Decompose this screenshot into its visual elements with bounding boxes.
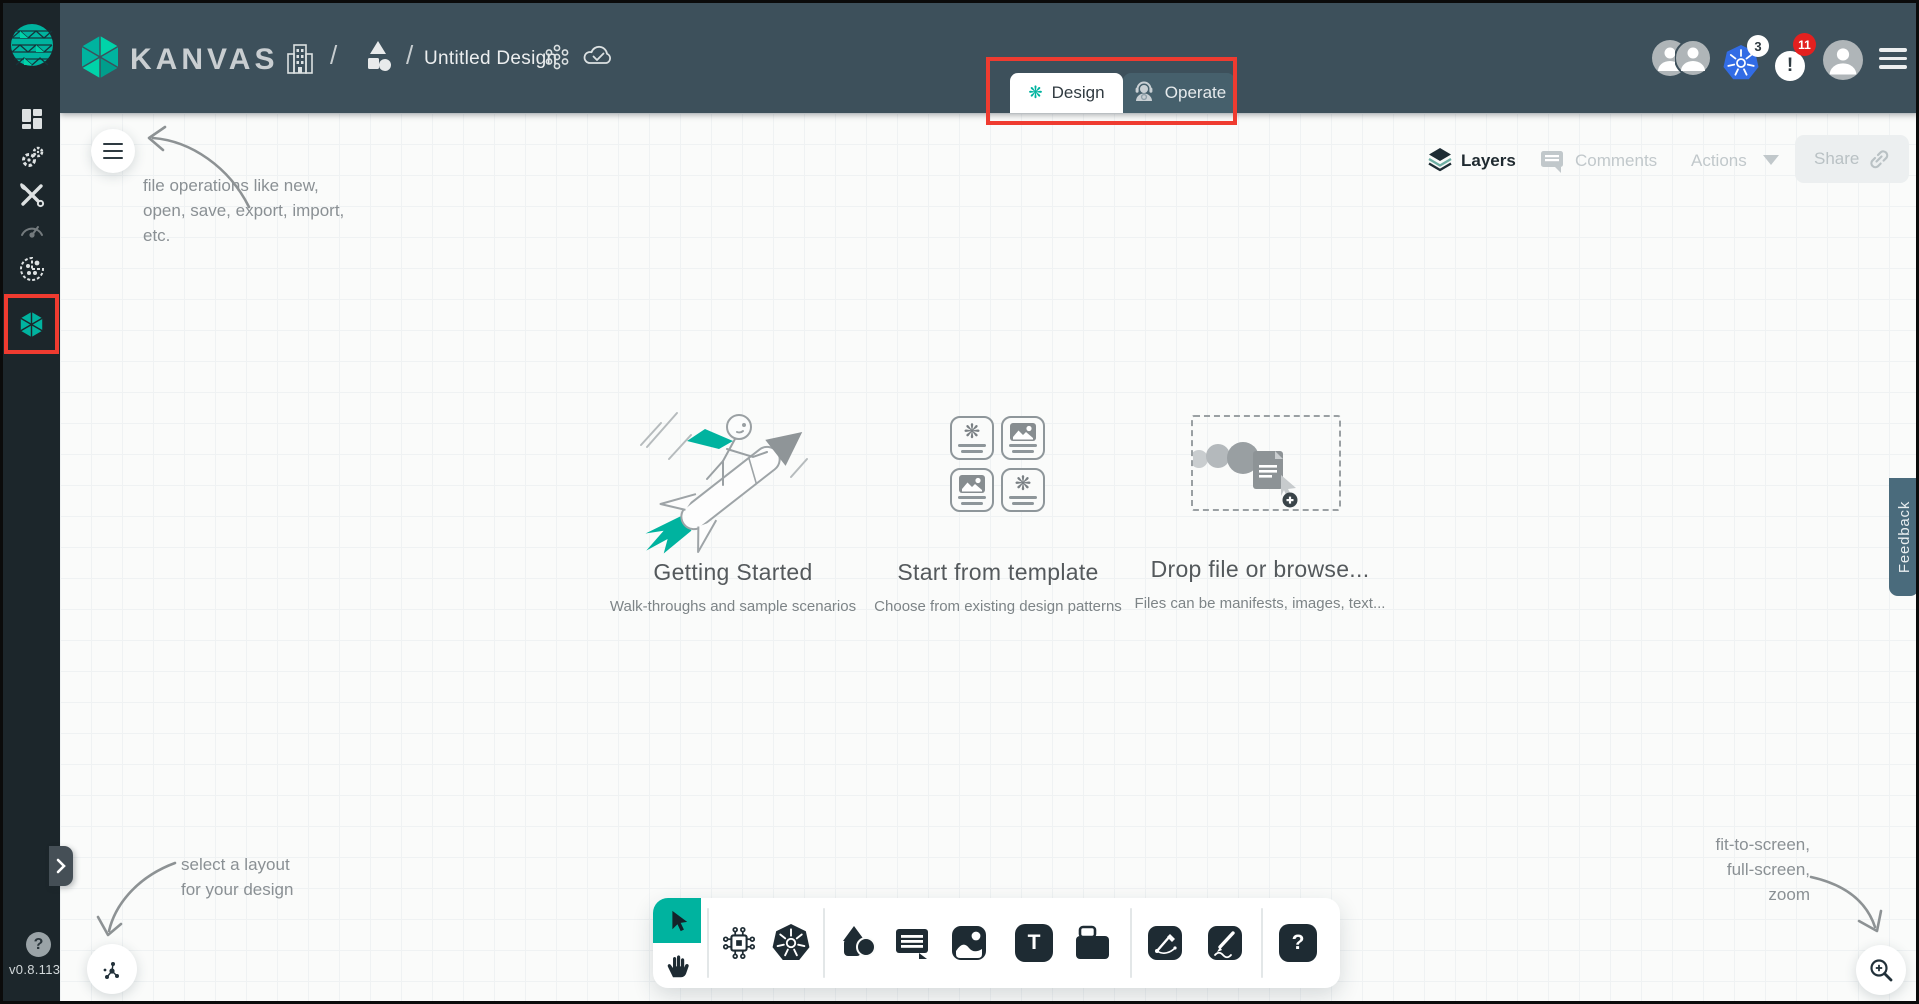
design-name[interactable]: Untitled Design [424, 48, 557, 70]
designs-icon[interactable] [363, 39, 393, 82]
text-tool-button[interactable]: T [1014, 923, 1054, 963]
kubernetes-icon [771, 923, 811, 963]
card-title-drop-file[interactable]: Drop file or browse... [1100, 556, 1420, 583]
template-thumb: ❋ [1001, 468, 1045, 512]
organization-icon[interactable] [286, 41, 314, 82]
user-avatar[interactable] [1823, 40, 1863, 85]
sidebar-expand-chevron[interactable] [49, 846, 73, 886]
version-label: v0.8.113 [9, 962, 58, 977]
comments-button[interactable]: Comments [1575, 151, 1657, 171]
template-thumb: ❋ [950, 416, 994, 460]
cloud-save-status-icon[interactable] [581, 41, 615, 74]
annotation-arrow [137, 123, 257, 218]
hand-icon [665, 953, 689, 979]
image-tool-button[interactable] [949, 923, 989, 963]
template-image-icon [959, 475, 985, 493]
annotation-arrow [1801, 861, 1896, 951]
template-thumb [1001, 416, 1045, 460]
help-tool-icon: ? [1279, 924, 1317, 962]
zoom-annotation: fit-to-screen, full-screen, zoom [1610, 832, 1810, 907]
text-tool-icon: T [1015, 924, 1053, 962]
section-tool-button[interactable] [1073, 923, 1113, 963]
template-spiral-icon: ❋ [1015, 475, 1032, 493]
comment-icon [893, 924, 931, 962]
toolbar-divider [1261, 908, 1263, 978]
drop-file-illustration [1193, 417, 1339, 509]
template-image-icon [1010, 423, 1036, 441]
notification-count-badge: 11 [1793, 33, 1816, 56]
select-tool-button[interactable] [653, 898, 701, 943]
menu-icon [103, 143, 123, 160]
feedback-label: Feedback [1896, 501, 1913, 573]
zoom-in-icon [1867, 956, 1895, 984]
cursor-icon [665, 908, 689, 934]
tab-design[interactable]: ❋ Design [1010, 73, 1123, 113]
pan-tool-button[interactable] [653, 943, 701, 988]
app-header [60, 3, 1919, 113]
kubernetes-tool-button[interactable] [771, 923, 811, 963]
brand-wordmark: KANVAS [130, 43, 278, 77]
comment-tool-button[interactable] [892, 923, 932, 963]
canvas-menu-button[interactable] [91, 129, 135, 173]
tab-shape-icon [1073, 924, 1113, 962]
drop-file-zone[interactable] [1191, 415, 1341, 511]
layers-button[interactable]: Layers [1461, 151, 1516, 171]
tab-operate[interactable]: Operate [1123, 73, 1235, 113]
tab-operate-label: Operate [1165, 83, 1226, 103]
actions-caret-icon[interactable] [1763, 155, 1779, 165]
sidebar-item-kanvas[interactable] [3, 304, 60, 344]
sidebar-item-performance[interactable] [3, 209, 60, 249]
app-menu-icon[interactable] [1879, 48, 1907, 69]
shapes-tool-button[interactable] [839, 923, 879, 963]
operator-headset-icon [1132, 79, 1156, 108]
pencil-icon [1206, 924, 1244, 962]
collaborator-avatar[interactable] [1675, 40, 1711, 81]
shapes-icon [839, 924, 879, 962]
layers-icon[interactable] [1427, 146, 1453, 177]
graph-layout-icon [99, 956, 125, 982]
feedback-tab[interactable]: Feedback [1889, 478, 1919, 596]
merge-mesh-icon[interactable] [543, 43, 571, 76]
breadcrumb-separator: / [406, 40, 413, 71]
pencil-tool-button[interactable] [1205, 923, 1245, 963]
help-tool-button[interactable]: ? [1278, 923, 1318, 963]
template-thumb [950, 468, 994, 512]
annotation-arrow [93, 851, 188, 956]
actions-button[interactable]: Actions [1691, 151, 1747, 171]
kanvas-app: KANVAS / / Untitled Design [0, 0, 1919, 1004]
toolbar-divider [823, 908, 825, 978]
toolbar-divider [1130, 908, 1132, 978]
image-icon [950, 924, 988, 962]
zoom-button[interactable] [1856, 945, 1906, 995]
pen-tool-button[interactable] [1145, 923, 1185, 963]
share-button[interactable]: Share [1795, 135, 1909, 183]
pen-icon [1146, 924, 1184, 962]
tab-design-label: Design [1052, 83, 1105, 103]
share-label: Share [1814, 149, 1859, 169]
circuit-icon [720, 924, 758, 962]
component-tool-button[interactable] [719, 923, 759, 963]
sidebar-item-lifecycle[interactable] [3, 137, 60, 177]
sidebar-item-extensions[interactable] [3, 249, 60, 289]
comments-icon [1539, 148, 1565, 179]
toolbar-divider [707, 908, 709, 978]
meshery-logo-icon[interactable] [10, 21, 54, 74]
getting-started-illustration[interactable] [621, 395, 845, 557]
template-thumbnails[interactable]: ❋ ❋ [950, 416, 1050, 516]
sidebar-item-dashboard[interactable] [3, 99, 60, 139]
layout-select-button[interactable] [87, 944, 137, 994]
kanvas-logo-icon [79, 35, 121, 84]
template-spiral-icon: ❋ [964, 423, 981, 441]
design-spiral-icon: ❋ [1028, 84, 1042, 102]
link-icon [1868, 148, 1890, 170]
card-subtitle-drop-file: Files can be manifests, images, text... [1090, 595, 1430, 612]
help-button[interactable]: ? [26, 932, 51, 957]
layout-annotation: select a layout for your design [181, 852, 293, 902]
kubernetes-count-badge: 3 [1747, 35, 1769, 57]
breadcrumb-separator: / [330, 40, 337, 71]
